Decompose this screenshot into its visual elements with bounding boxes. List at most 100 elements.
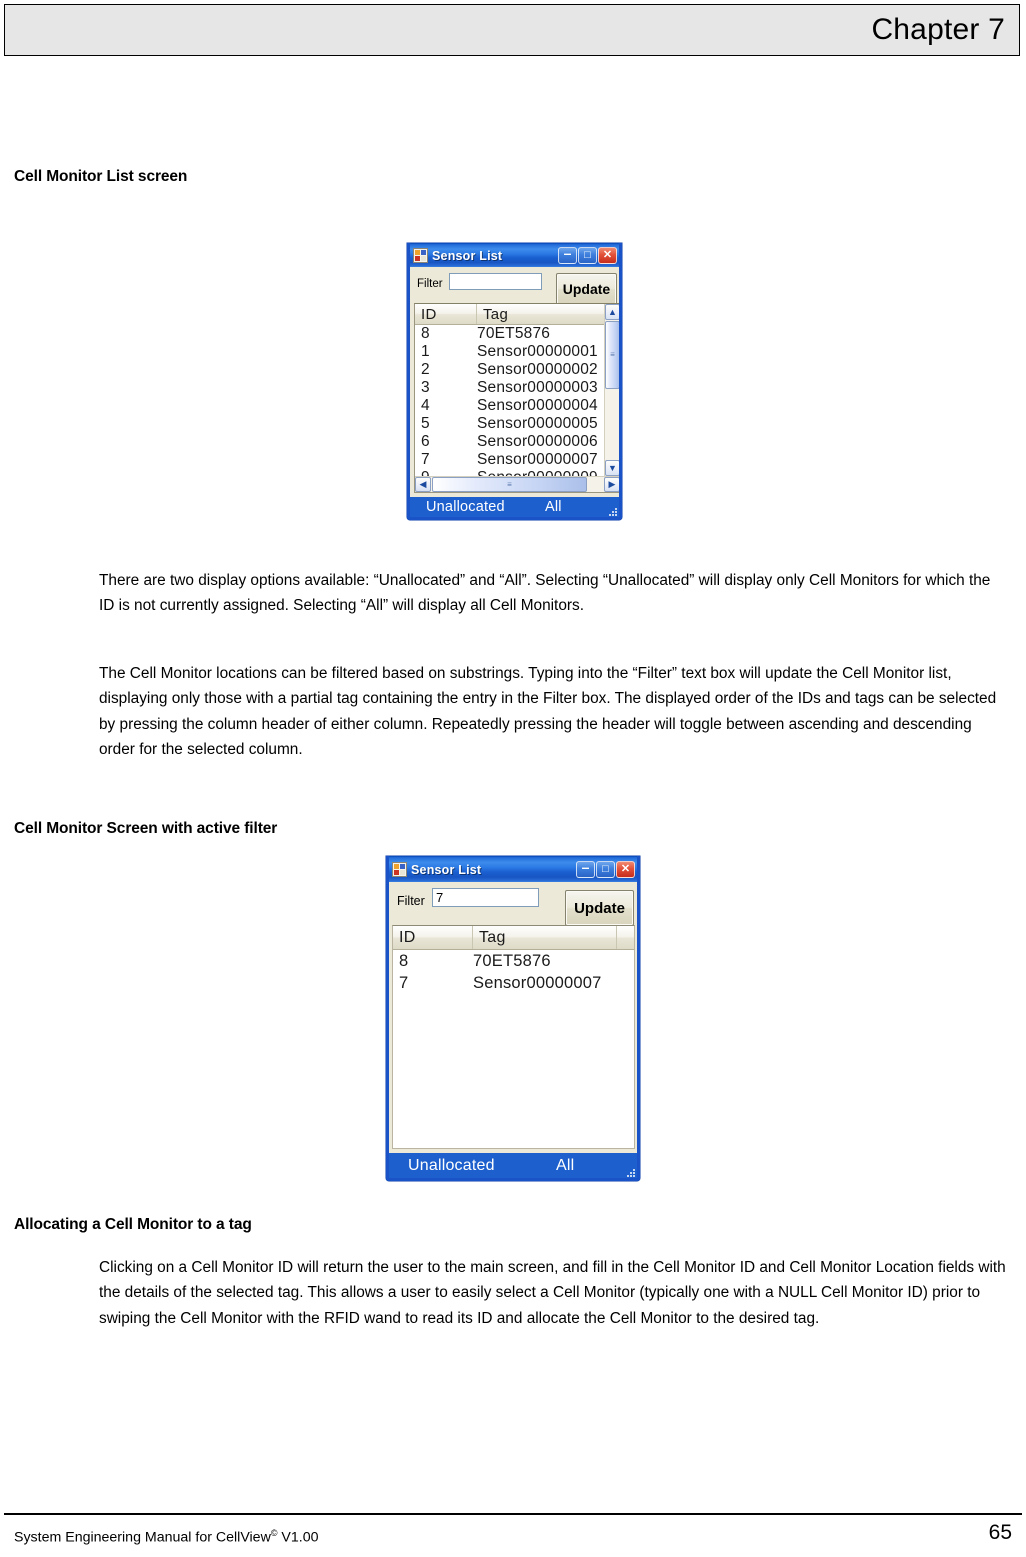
filter-input[interactable]: 7	[432, 888, 539, 907]
page-number: 65	[988, 1521, 1012, 1544]
column-header-id[interactable]: ID	[415, 304, 477, 324]
column-header-tag[interactable]: Tag	[473, 926, 617, 949]
table-row[interactable]: 5 Sensor00000005	[415, 415, 619, 433]
cell-id: 3	[421, 379, 430, 396]
tab-all[interactable]: All	[545, 499, 562, 515]
window-controls: – □ ✕	[576, 859, 635, 878]
display-option-tabstrip: Unallocated All	[410, 497, 619, 517]
filter-input[interactable]	[449, 273, 542, 290]
heading-active-filter-screen: Cell Monitor Screen with active filter	[14, 820, 278, 837]
listview-rows: 8 70ET5876 1 Sensor00000001 2 Sensor0000…	[415, 325, 619, 487]
table-row[interactable]: 8 70ET5876	[393, 950, 634, 972]
cell-id: 7	[421, 451, 430, 468]
close-icon: ✕	[602, 249, 613, 261]
vscroll-thumb[interactable]: ≡	[605, 321, 619, 389]
table-row[interactable]: 4 Sensor00000004	[415, 397, 619, 415]
hscroll-thumb[interactable]: ≡	[432, 477, 587, 492]
footer-title-prefix: System Engineering Manual for CellView	[14, 1529, 271, 1546]
scroll-down-icon[interactable]: ▼	[605, 460, 619, 476]
cell-tag: Sensor00000001	[477, 343, 598, 360]
update-button[interactable]: Update	[565, 890, 634, 926]
cell-id: 1	[421, 343, 430, 360]
application-icon	[392, 862, 407, 877]
listview-header: ID Tag	[393, 926, 634, 950]
filter-label: Filter	[397, 894, 425, 908]
application-icon	[413, 248, 428, 263]
cell-tag: Sensor00000002	[477, 361, 598, 378]
vscroll-grip-icon: ≡	[610, 350, 615, 359]
horizontal-scrollbar[interactable]: ◀ ≡ ▶	[415, 476, 619, 492]
window-titlebar[interactable]: Sensor List – □ ✕	[410, 243, 619, 267]
table-row[interactable]: 7 Sensor00000007	[415, 451, 619, 469]
minimize-icon: –	[581, 859, 590, 875]
close-button[interactable]: ✕	[598, 247, 617, 264]
window-title: Sensor List	[432, 248, 503, 263]
cell-id: 4	[421, 397, 430, 414]
sensor-listview[interactable]: ID Tag 8 70ET5876 1 Sensor00000001 2 Sen…	[414, 303, 619, 493]
resize-grip-icon[interactable]	[624, 1166, 635, 1177]
heading-cell-monitor-list-screen: Cell Monitor List screen	[14, 168, 188, 185]
cell-id: 5	[421, 415, 430, 432]
cell-tag: Sensor00000004	[477, 397, 598, 414]
table-row[interactable]: 3 Sensor00000003	[415, 379, 619, 397]
cell-id: 7	[399, 973, 409, 992]
cell-id: 8	[421, 325, 430, 342]
resize-grip-icon[interactable]	[606, 505, 617, 516]
maximize-icon: □	[584, 249, 591, 261]
close-button[interactable]: ✕	[616, 861, 635, 878]
tab-all[interactable]: All	[556, 1157, 574, 1175]
sensor-list-window[interactable]: Sensor List – □ ✕ Filter Update ID Tag 8…	[407, 243, 622, 520]
maximize-button[interactable]: □	[596, 861, 615, 878]
update-button[interactable]: Update	[556, 273, 617, 305]
cell-tag: 70ET5876	[477, 325, 551, 342]
minimize-icon: –	[563, 245, 572, 261]
display-option-tabstrip: Unallocated All	[389, 1153, 637, 1178]
minimize-button[interactable]: –	[558, 245, 577, 264]
cell-id: 8	[399, 951, 409, 970]
heading-allocating-cell-monitor: Allocating a Cell Monitor to a tag	[14, 1216, 252, 1233]
cell-id: 2	[421, 361, 430, 378]
sensor-listview[interactable]: ID Tag 8 70ET5876 7 Sensor00000007	[392, 925, 635, 1149]
maximize-button[interactable]: □	[578, 247, 597, 264]
chapter-title: Chapter 7	[871, 13, 1005, 46]
filter-toolbar: Filter 7 Update	[389, 882, 637, 930]
maximize-icon: □	[602, 863, 609, 875]
scroll-right-icon[interactable]: ▶	[604, 477, 619, 492]
filter-label: Filter	[417, 278, 443, 290]
cell-tag: Sensor00000005	[477, 415, 598, 432]
vertical-scrollbar[interactable]: ▲ ≡ ▼	[604, 304, 619, 476]
window-titlebar[interactable]: Sensor List – □ ✕	[389, 856, 637, 882]
cell-tag: Sensor00000006	[477, 433, 598, 450]
footer-divider	[4, 1513, 1022, 1515]
listview-rows: 8 70ET5876 7 Sensor00000007	[393, 950, 634, 994]
paragraph-display-options: There are two display options available:…	[99, 572, 991, 615]
paragraph-filtering: The Cell Monitor locations can be filter…	[99, 665, 997, 759]
window-title: Sensor List	[411, 862, 482, 877]
cell-id: 6	[421, 433, 430, 450]
column-header-tag[interactable]: Tag	[477, 304, 604, 324]
tab-unallocated[interactable]: Unallocated	[408, 1157, 495, 1175]
cell-tag: Sensor00000003	[477, 379, 598, 396]
tab-unallocated[interactable]: Unallocated	[426, 499, 505, 515]
close-icon: ✕	[620, 863, 631, 875]
footer-title-suffix: V1.00	[277, 1529, 319, 1546]
sensor-list-filtered-window[interactable]: Sensor List – □ ✕ Filter 7 Update ID Tag…	[386, 856, 640, 1181]
footer-manual-title: System Engineering Manual for CellView© …	[14, 1528, 319, 1546]
cell-tag: 70ET5876	[473, 951, 551, 970]
minimize-button[interactable]: –	[576, 859, 595, 878]
table-row[interactable]: 7 Sensor00000007	[393, 972, 634, 994]
paragraph-allocating: Clicking on a Cell Monitor ID will retur…	[99, 1259, 1006, 1327]
table-row[interactable]: 8 70ET5876	[415, 325, 619, 343]
column-header-spacer	[617, 926, 634, 949]
table-row[interactable]: 6 Sensor00000006	[415, 433, 619, 451]
listview-header: ID Tag	[415, 304, 619, 325]
hscroll-grip-icon: ≡	[507, 479, 512, 489]
scroll-up-icon[interactable]: ▲	[605, 304, 619, 320]
table-row[interactable]: 1 Sensor00000001	[415, 343, 619, 361]
cell-tag: Sensor00000007	[477, 451, 598, 468]
table-row[interactable]: 2 Sensor00000002	[415, 361, 619, 379]
column-header-id[interactable]: ID	[393, 926, 473, 949]
window-controls: – □ ✕	[558, 245, 617, 264]
scroll-left-icon[interactable]: ◀	[415, 477, 431, 492]
chapter-header-band: Chapter 7	[4, 4, 1020, 56]
